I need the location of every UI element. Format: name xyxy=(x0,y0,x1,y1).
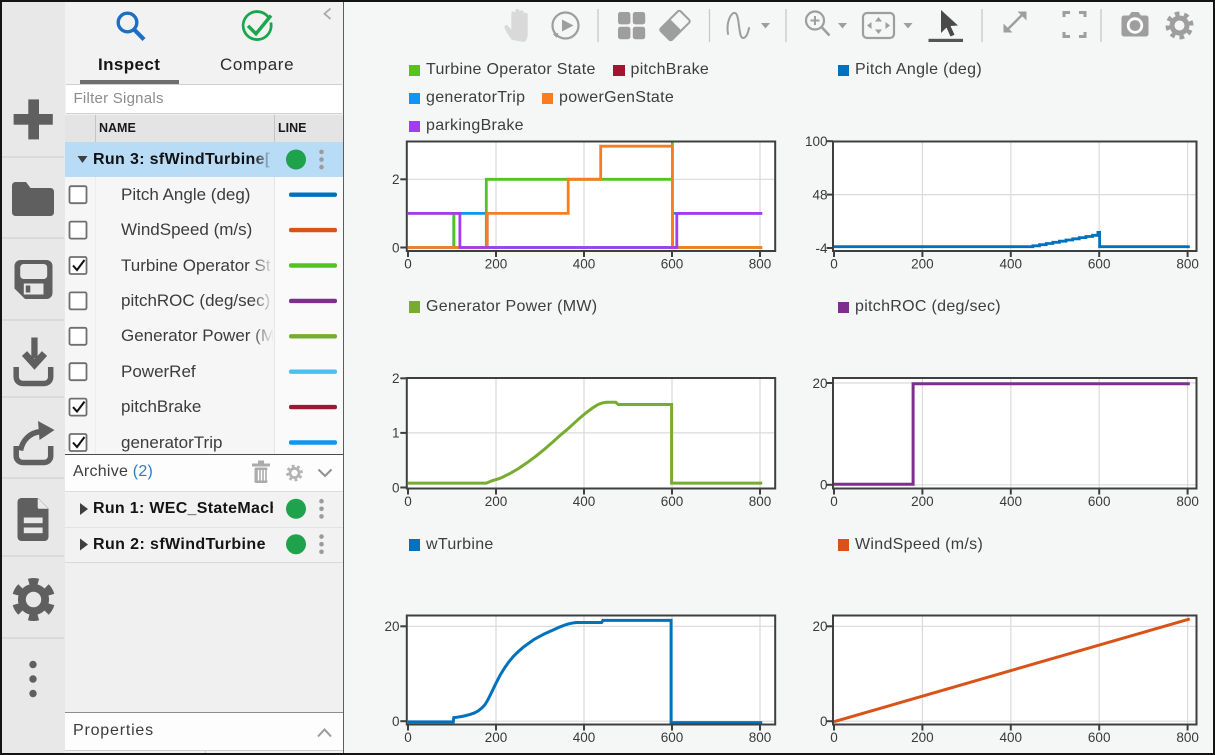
svg-text:0: 0 xyxy=(404,257,412,272)
svg-text:600: 600 xyxy=(661,494,684,509)
svg-text:400: 400 xyxy=(573,257,596,272)
svg-text:2: 2 xyxy=(392,371,400,386)
svg-text:0: 0 xyxy=(820,714,828,729)
svg-text:400: 400 xyxy=(1000,257,1023,272)
svg-text:600: 600 xyxy=(1088,730,1111,745)
svg-text:200: 200 xyxy=(485,257,508,272)
svg-text:800: 800 xyxy=(1176,257,1199,272)
svg-text:100: 100 xyxy=(805,134,828,149)
svg-text:600: 600 xyxy=(661,730,684,745)
svg-text:0: 0 xyxy=(830,257,838,272)
svg-text:0: 0 xyxy=(830,730,838,745)
svg-text:200: 200 xyxy=(911,257,934,272)
svg-text:800: 800 xyxy=(749,494,772,509)
svg-text:20: 20 xyxy=(812,376,827,391)
svg-text:400: 400 xyxy=(573,494,596,509)
svg-text:200: 200 xyxy=(911,494,934,509)
svg-text:2: 2 xyxy=(392,172,400,187)
svg-text:400: 400 xyxy=(573,730,596,745)
svg-text:20: 20 xyxy=(812,619,827,634)
svg-text:800: 800 xyxy=(1176,730,1199,745)
svg-text:0: 0 xyxy=(392,714,400,729)
svg-text:0: 0 xyxy=(392,240,400,255)
svg-text:48: 48 xyxy=(812,187,827,202)
svg-text:600: 600 xyxy=(1088,494,1111,509)
svg-text:0: 0 xyxy=(820,478,828,493)
svg-text:800: 800 xyxy=(1176,494,1199,509)
svg-text:0: 0 xyxy=(404,494,412,509)
svg-text:200: 200 xyxy=(911,730,934,745)
svg-text:0: 0 xyxy=(404,730,412,745)
svg-text:200: 200 xyxy=(485,730,508,745)
svg-text:800: 800 xyxy=(749,257,772,272)
svg-text:-4: -4 xyxy=(815,241,827,256)
svg-text:0: 0 xyxy=(392,480,400,495)
svg-text:800: 800 xyxy=(749,730,772,745)
svg-text:400: 400 xyxy=(1000,494,1023,509)
svg-text:0: 0 xyxy=(830,494,838,509)
svg-text:1: 1 xyxy=(392,426,400,441)
svg-text:400: 400 xyxy=(1000,730,1023,745)
svg-text:20: 20 xyxy=(384,619,399,634)
svg-text:600: 600 xyxy=(661,257,684,272)
svg-text:600: 600 xyxy=(1088,257,1111,272)
svg-text:200: 200 xyxy=(485,494,508,509)
